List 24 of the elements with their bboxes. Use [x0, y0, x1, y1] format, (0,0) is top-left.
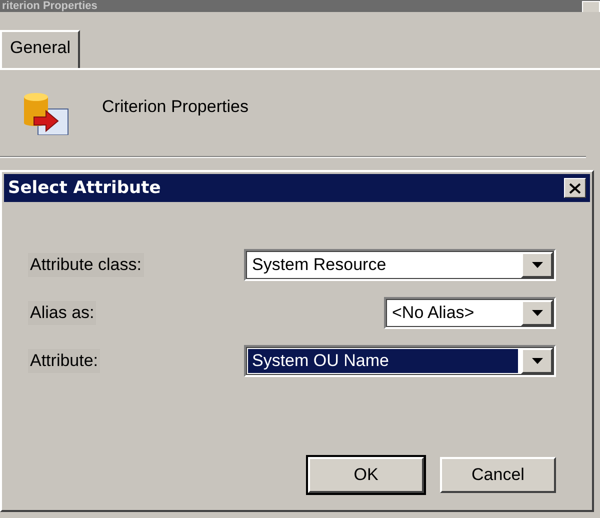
- close-button[interactable]: [564, 178, 586, 198]
- dropdown-button[interactable]: [521, 252, 553, 278]
- tab[interactable]: General: [0, 30, 80, 68]
- field-label: Alias as:: [28, 301, 96, 325]
- dropdown-value: System OU Name: [248, 349, 518, 373]
- dropdown-field[interactable]: System Resource: [244, 249, 556, 281]
- caret-icon: [532, 310, 542, 316]
- dropdown-button[interactable]: [521, 348, 553, 374]
- cancel-button[interactable]: Cancel: [440, 457, 556, 493]
- window-title: riterion Properties: [1, 0, 98, 12]
- dropdown-value: System Resource: [251, 254, 388, 276]
- field-label: Attribute:: [28, 349, 100, 373]
- database-arrow-icon: [22, 91, 70, 135]
- ok-button[interactable]: OK: [308, 457, 424, 493]
- dropdown-field[interactable]: System OU Name: [244, 345, 556, 377]
- dropdown-field[interactable]: <No Alias>: [384, 297, 556, 329]
- field-label: Attribute class:: [28, 253, 144, 277]
- close-icon: [569, 182, 581, 194]
- dropdown-value: <No Alias>: [391, 302, 476, 324]
- dialog-title: Select Attribute: [8, 178, 161, 198]
- caret-icon: [532, 262, 542, 268]
- dropdown-button[interactable]: [521, 300, 553, 326]
- caret-icon: [532, 358, 542, 364]
- header-title: Criterion Properties: [102, 97, 248, 117]
